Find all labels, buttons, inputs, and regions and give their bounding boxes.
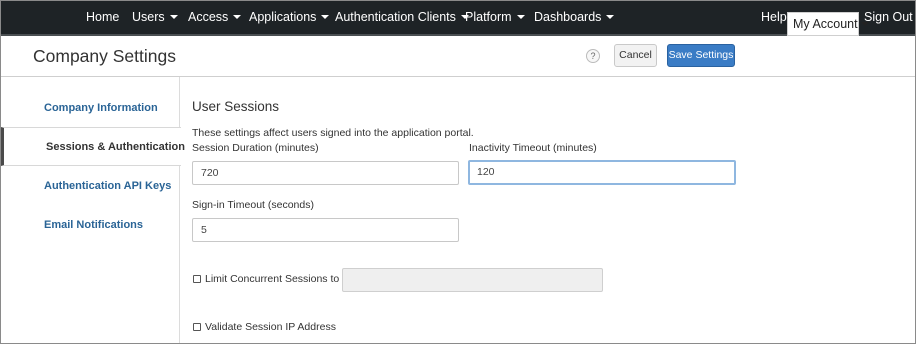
signin-timeout-input[interactable]: 5 (192, 218, 459, 242)
app-frame: Home Users Access Applications Authentic… (0, 0, 916, 344)
inactivity-timeout-label: Inactivity Timeout (minutes) (469, 142, 597, 154)
caret-down-icon (606, 15, 615, 19)
nav-platform[interactable]: Platform (465, 1, 525, 34)
sidebar-item-email-notifications[interactable]: Email Notifications (1, 206, 180, 245)
nav-help-label: Help (761, 10, 787, 24)
sidebar-item-sessions-authentication[interactable]: Sessions & Authentication (1, 127, 185, 166)
signin-timeout-label: Sign-in Timeout (seconds) (192, 199, 314, 211)
caret-down-icon (516, 15, 525, 19)
nav-users[interactable]: Users (132, 1, 178, 34)
help-icon[interactable]: ? (586, 49, 600, 63)
nav-platform-label: Platform (465, 10, 512, 24)
save-settings-button[interactable]: Save Settings (667, 44, 735, 67)
nav-home-label: Home (86, 10, 120, 24)
inactivity-timeout-input[interactable]: 120 (468, 160, 736, 185)
caret-down-icon (233, 15, 242, 19)
session-duration-label: Session Duration (minutes) (192, 142, 319, 154)
my-account-dropdown[interactable]: My Account (787, 12, 869, 36)
nav-dashboards[interactable]: Dashboards (534, 1, 615, 34)
limit-concurrent-input[interactable] (342, 268, 603, 292)
session-duration-input[interactable]: 720 (192, 161, 459, 185)
sidebar-item-company-information[interactable]: Company Information (1, 89, 180, 128)
nav-help[interactable]: Help (761, 1, 787, 34)
sidebar-item-authentication-api-keys[interactable]: Authentication API Keys (1, 167, 180, 206)
cancel-button[interactable]: Cancel (614, 44, 657, 67)
nav-dashboards-label: Dashboards (534, 10, 602, 24)
top-navbar: Home Users Access Applications Authentic… (1, 1, 915, 36)
main-content: User Sessions These settings affect user… (180, 77, 915, 343)
nav-applications[interactable]: Applications (249, 1, 330, 34)
nav-access[interactable]: Access (188, 1, 242, 34)
nav-access-label: Access (188, 10, 229, 24)
section-title: User Sessions (192, 99, 280, 114)
nav-home[interactable]: Home (86, 1, 119, 34)
my-account-label: My Account (793, 17, 858, 31)
validate-ip-checkbox[interactable] (193, 323, 201, 331)
settings-sidebar: Company Information Sessions & Authentic… (1, 77, 185, 343)
caret-down-icon (321, 15, 330, 19)
validate-ip-label: Validate Session IP Address (205, 321, 336, 333)
limit-concurrent-checkbox[interactable] (193, 275, 201, 283)
sign-out-link[interactable]: Sign Out (864, 1, 913, 34)
sign-out-label: Sign Out (864, 10, 913, 24)
nav-authentication-clients-label: Authentication Clients (335, 10, 456, 24)
limit-concurrent-label: Limit Concurrent Sessions to (205, 273, 340, 285)
nav-authentication-clients[interactable]: Authentication Clients (335, 1, 469, 34)
nav-users-label: Users (132, 10, 165, 24)
section-description: These settings affect users signed into … (192, 127, 474, 139)
page-title: Company Settings (33, 46, 176, 66)
caret-down-icon (169, 15, 178, 19)
nav-applications-label: Applications (249, 10, 317, 24)
page-header: Company Settings ? Cancel Save Settings (1, 36, 915, 77)
